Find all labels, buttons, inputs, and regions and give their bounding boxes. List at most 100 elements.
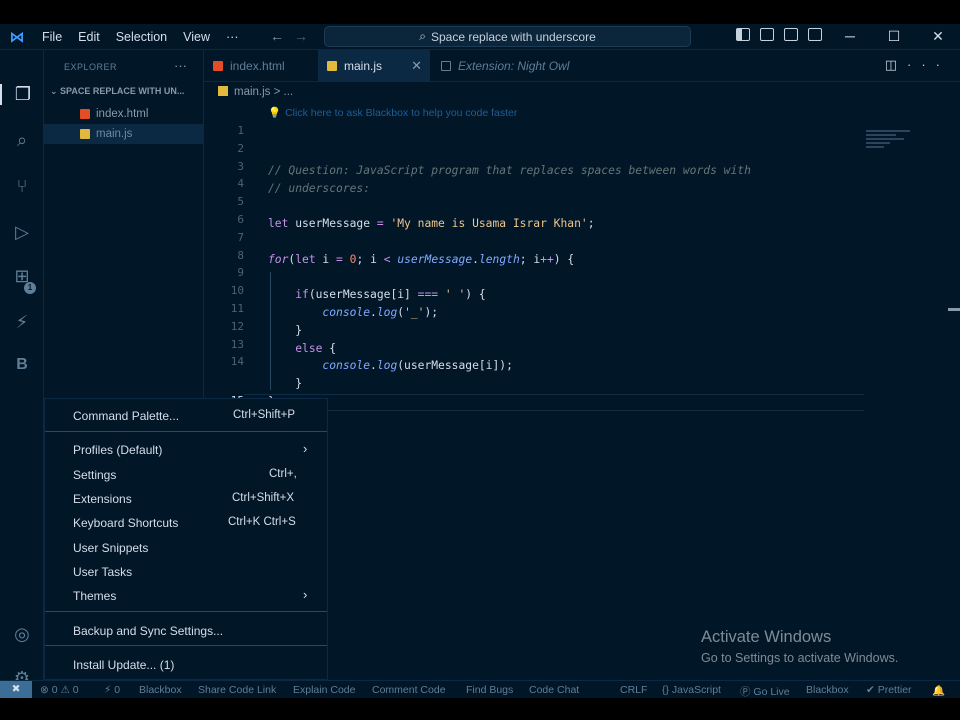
file-index-html[interactable]: index.html (44, 104, 204, 124)
vscode-window: ⋈ File Edit Selection View ··· ←→ ⌕ Spac… (0, 24, 960, 698)
accounts-icon[interactable]: ◎ (0, 624, 44, 645)
activate-windows-title: Activate Windows (701, 628, 832, 646)
source-control-icon[interactable]: ⑂ (0, 176, 44, 197)
title-bar: ⋈ File Edit Selection View ··· ←→ ⌕ Spac… (0, 24, 960, 50)
file-main-js[interactable]: main.js (44, 124, 204, 144)
nav-arrows: ←→ (270, 28, 318, 44)
comment-code[interactable]: Comment Code (372, 684, 446, 696)
menu-file[interactable]: File (34, 30, 70, 44)
menu-item-backup-sync[interactable]: Backup and Sync Settings... (73, 624, 223, 638)
eol-status[interactable]: CRLF (620, 684, 647, 696)
activate-windows-subtitle: Go to Settings to activate Windows. (701, 651, 899, 665)
line-number: 9 (237, 266, 244, 279)
explorer-title: EXPLORER (64, 62, 118, 72)
code-line-7: for(let i = 0; i < userMessage.length; i… (268, 253, 575, 266)
forward-arrow-icon[interactable]: → (294, 28, 318, 44)
scrollbar[interactable] (948, 308, 960, 311)
code-line-5: let userMessage = 'My name is Usama Isra… (268, 217, 595, 230)
prettier-status[interactable]: ✔ Prettier (866, 684, 912, 696)
manage-context-menu: Command Palette... Ctrl+Shift+P Profiles… (44, 398, 328, 680)
tab-main-js[interactable]: main.js ✕ (318, 50, 430, 82)
workspace-folder[interactable]: ⌄ SPACE REPLACE WITH UN... (50, 86, 184, 97)
chevron-right-icon: › (303, 587, 308, 602)
blackbox-icon[interactable]: B (0, 356, 44, 374)
line-number: 11 (230, 302, 244, 315)
minimap[interactable] (866, 130, 936, 160)
line-number: 7 (237, 231, 244, 244)
more-actions-icon[interactable]: ··· (174, 58, 187, 73)
menu-item-command-palette[interactable]: Command Palette... (73, 409, 179, 423)
problems-status[interactable]: ⊗ 0 ⚠ 0 (40, 684, 79, 696)
explain-code[interactable]: Explain Code (293, 684, 355, 696)
command-center-search[interactable]: ⌕ Space replace with underscore (324, 26, 691, 47)
menu-item-user-snippets[interactable]: User Snippets (73, 541, 148, 555)
vscode-logo-icon: ⋈ (9, 28, 25, 46)
blackbox-status-right[interactable]: Blackbox (806, 684, 849, 696)
menu-separator (45, 431, 327, 432)
close-tab-icon[interactable]: ✕ (411, 50, 422, 82)
activate-windows-watermark: Activate Windows Go to Settings to activ… (701, 628, 898, 665)
menu-edit[interactable]: Edit (70, 30, 108, 44)
blackbox-status[interactable]: Blackbox (139, 684, 182, 696)
toggle-secondary-sidebar-icon[interactable] (784, 28, 798, 41)
code-line-2: // Question: JavaScript program that rep… (268, 164, 751, 177)
customize-layout-icon[interactable] (808, 28, 822, 41)
line-number: 8 (237, 249, 244, 262)
menu-more[interactable]: ··· (218, 30, 247, 44)
tab-actions: ◫··· (885, 57, 950, 73)
menu-item-extensions[interactable]: Extensions (73, 492, 132, 506)
search-text: Space replace with underscore (430, 29, 596, 44)
split-editor-icon[interactable]: ◫ (885, 57, 907, 72)
line-number: 1 (237, 124, 244, 137)
breadcrumb[interactable]: main.js > ... (218, 86, 293, 98)
menu-item-keyboard-shortcuts[interactable]: Keyboard Shortcuts (73, 516, 178, 530)
toggle-sidebar-icon[interactable] (736, 28, 750, 41)
toggle-panel-icon[interactable] (760, 28, 774, 41)
code-line-13: console.log(userMessage[i]); (322, 359, 513, 372)
run-debug-icon[interactable]: ▷ (0, 222, 44, 243)
explorer-icon[interactable]: ❐ (0, 84, 44, 105)
window-controls: ─ ☐ ✕ (828, 24, 960, 50)
code-line-11: } (268, 324, 303, 337)
back-arrow-icon[interactable]: ← (270, 28, 294, 44)
js-file-icon (327, 61, 337, 71)
tab-extension-night-owl[interactable]: Extension: Night Owl (432, 50, 597, 82)
editor-tabs: index.html main.js ✕ Extension: Night Ow… (204, 50, 960, 82)
shortcut-command-palette: Ctrl+Shift+P (233, 409, 295, 421)
menu-separator (45, 611, 327, 612)
live-share-icon[interactable]: ⚡ (0, 312, 44, 333)
html-file-icon (213, 61, 223, 71)
share-code-link[interactable]: Share Code Link (198, 684, 276, 696)
remote-indicator[interactable]: ✖ (0, 681, 32, 698)
shortcut-settings: Ctrl+, (269, 468, 297, 480)
menu-view[interactable]: View (175, 30, 218, 44)
go-live[interactable]: Ⓟ Go Live (740, 684, 790, 698)
code-chat[interactable]: Code Chat (529, 684, 579, 696)
menu-item-profiles[interactable]: Profiles (Default) (73, 443, 162, 457)
menu-bar: File Edit Selection View ··· (34, 30, 247, 44)
current-line-highlight (244, 394, 864, 411)
status-bar: ✖ ⊗ 0 ⚠ 0 ⚡ 0 Blackbox Share Code Link E… (0, 680, 960, 698)
js-file-icon (80, 129, 90, 139)
extensions-icon[interactable]: ⊞ (0, 266, 44, 287)
blackbox-hint[interactable]: 💡 Click here to ask Blackbox to help you … (268, 106, 517, 119)
line-number: 13 (230, 338, 244, 351)
menu-selection[interactable]: Selection (108, 30, 175, 44)
code-line-12: else { (295, 342, 337, 355)
menu-item-settings[interactable]: Settings (73, 468, 116, 482)
language-mode[interactable]: {} JavaScript (662, 684, 721, 696)
notifications-bell-icon[interactable]: 🔔 (932, 684, 945, 697)
maximize-button[interactable]: ☐ (872, 24, 916, 50)
search-view-icon[interactable]: ⌕ (0, 130, 44, 151)
ports-status[interactable]: ⚡ 0 (104, 684, 120, 696)
menu-item-themes[interactable]: Themes (73, 589, 116, 603)
menu-item-user-tasks[interactable]: User Tasks (73, 565, 132, 579)
menu-item-install-update[interactable]: Install Update... (1) (73, 658, 174, 672)
find-bugs[interactable]: Find Bugs (466, 684, 513, 696)
minimize-button[interactable]: ─ (828, 24, 872, 50)
close-button[interactable]: ✕ (916, 24, 960, 50)
extension-icon (441, 61, 451, 71)
more-actions-icon[interactable]: ··· (907, 57, 950, 72)
search-icon: ⌕ (419, 29, 426, 43)
tab-index-html[interactable]: index.html (204, 50, 316, 82)
